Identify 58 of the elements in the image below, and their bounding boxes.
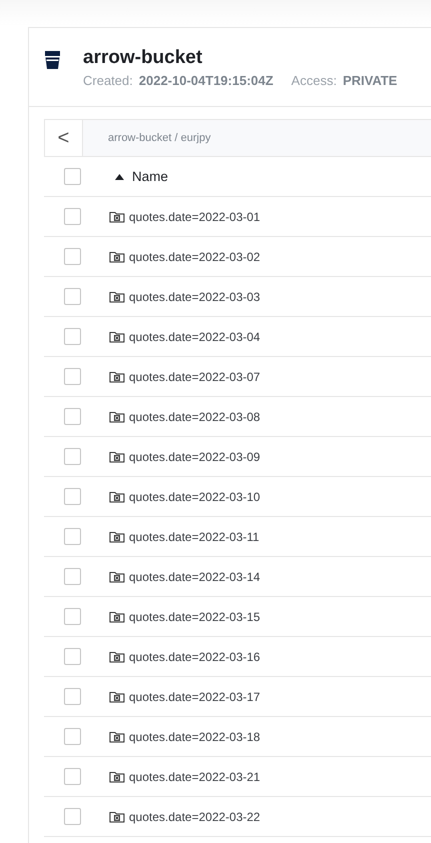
created-label: Created: <box>83 73 133 88</box>
created-value: 2022-10-04T19:15:04Z <box>138 73 274 88</box>
folder-name[interactable]: quotes.date=2022-03-18 <box>129 730 260 744</box>
folder-icon <box>109 330 125 343</box>
row-checkbox[interactable] <box>64 528 81 545</box>
folder-name[interactable]: quotes.date=2022-03-02 <box>129 250 260 264</box>
bucket-icon <box>44 50 61 70</box>
row-checkbox[interactable] <box>64 488 81 505</box>
row-checkbox[interactable] <box>64 408 81 425</box>
folder-name[interactable]: quotes.date=2022-03-01 <box>129 210 260 224</box>
row-checkbox[interactable] <box>64 688 81 705</box>
row-checkbox[interactable] <box>64 808 81 825</box>
bucket-title: arrow-bucket <box>83 47 204 69</box>
back-button[interactable]: < <box>45 120 83 156</box>
breadcrumb-path: arrow-bucket / eurjpy <box>108 132 211 144</box>
folder-icon <box>109 770 125 783</box>
folder-icon <box>109 210 125 223</box>
folder-name[interactable]: quotes.date=2022-03-10 <box>129 490 260 504</box>
folder-name[interactable]: quotes.date=2022-03-17 <box>129 690 260 704</box>
row-checkbox[interactable] <box>64 728 81 745</box>
folder-name[interactable]: quotes.date=2022-03-07 <box>129 370 260 384</box>
folder-name[interactable]: quotes.date=2022-03-08 <box>129 410 260 424</box>
row-checkbox[interactable] <box>64 648 81 665</box>
folder-icon <box>109 370 125 383</box>
folder-name[interactable]: quotes.date=2022-03-11 <box>129 530 260 544</box>
access-label: Access: <box>291 73 337 88</box>
folder-icon <box>109 690 125 703</box>
folder-icon <box>109 490 125 503</box>
folder-name[interactable]: quotes.date=2022-03-09 <box>129 450 260 464</box>
folder-icon <box>109 650 125 663</box>
row-checkbox[interactable] <box>64 288 81 305</box>
name-column-header[interactable]: Name <box>115 169 168 184</box>
folder-name[interactable]: quotes.date=2022-03-14 <box>129 570 260 584</box>
folder-name[interactable]: quotes.date=2022-03-15 <box>129 610 260 624</box>
row-checkbox[interactable] <box>64 248 81 265</box>
access-value: PRIVATE <box>342 73 398 88</box>
folder-icon <box>109 530 125 543</box>
folder-icon <box>109 410 125 423</box>
row-checkbox[interactable] <box>64 768 81 785</box>
folder-icon <box>109 290 125 303</box>
folder-name[interactable]: quotes.date=2022-03-16 <box>129 650 260 664</box>
row-checkbox[interactable] <box>64 208 81 225</box>
folder-name[interactable]: quotes.date=2022-03-04 <box>129 330 260 344</box>
folder-icon <box>109 570 125 583</box>
row-checkbox[interactable] <box>64 328 81 345</box>
row-checkbox[interactable] <box>64 608 81 625</box>
folder-icon <box>109 450 125 463</box>
row-checkbox[interactable] <box>64 368 81 385</box>
folder-icon <box>109 810 125 823</box>
folder-name[interactable]: quotes.date=2022-03-03 <box>129 290 260 304</box>
row-checkbox[interactable] <box>64 448 81 465</box>
select-all-checkbox[interactable] <box>64 168 81 185</box>
folder-icon <box>109 610 125 623</box>
folder-name[interactable]: quotes.date=2022-03-21 <box>129 770 260 784</box>
folder-name[interactable]: quotes.date=2022-03-22 <box>129 810 260 824</box>
folder-icon <box>109 730 125 743</box>
row-checkbox[interactable] <box>64 568 81 585</box>
folder-icon <box>109 250 125 263</box>
